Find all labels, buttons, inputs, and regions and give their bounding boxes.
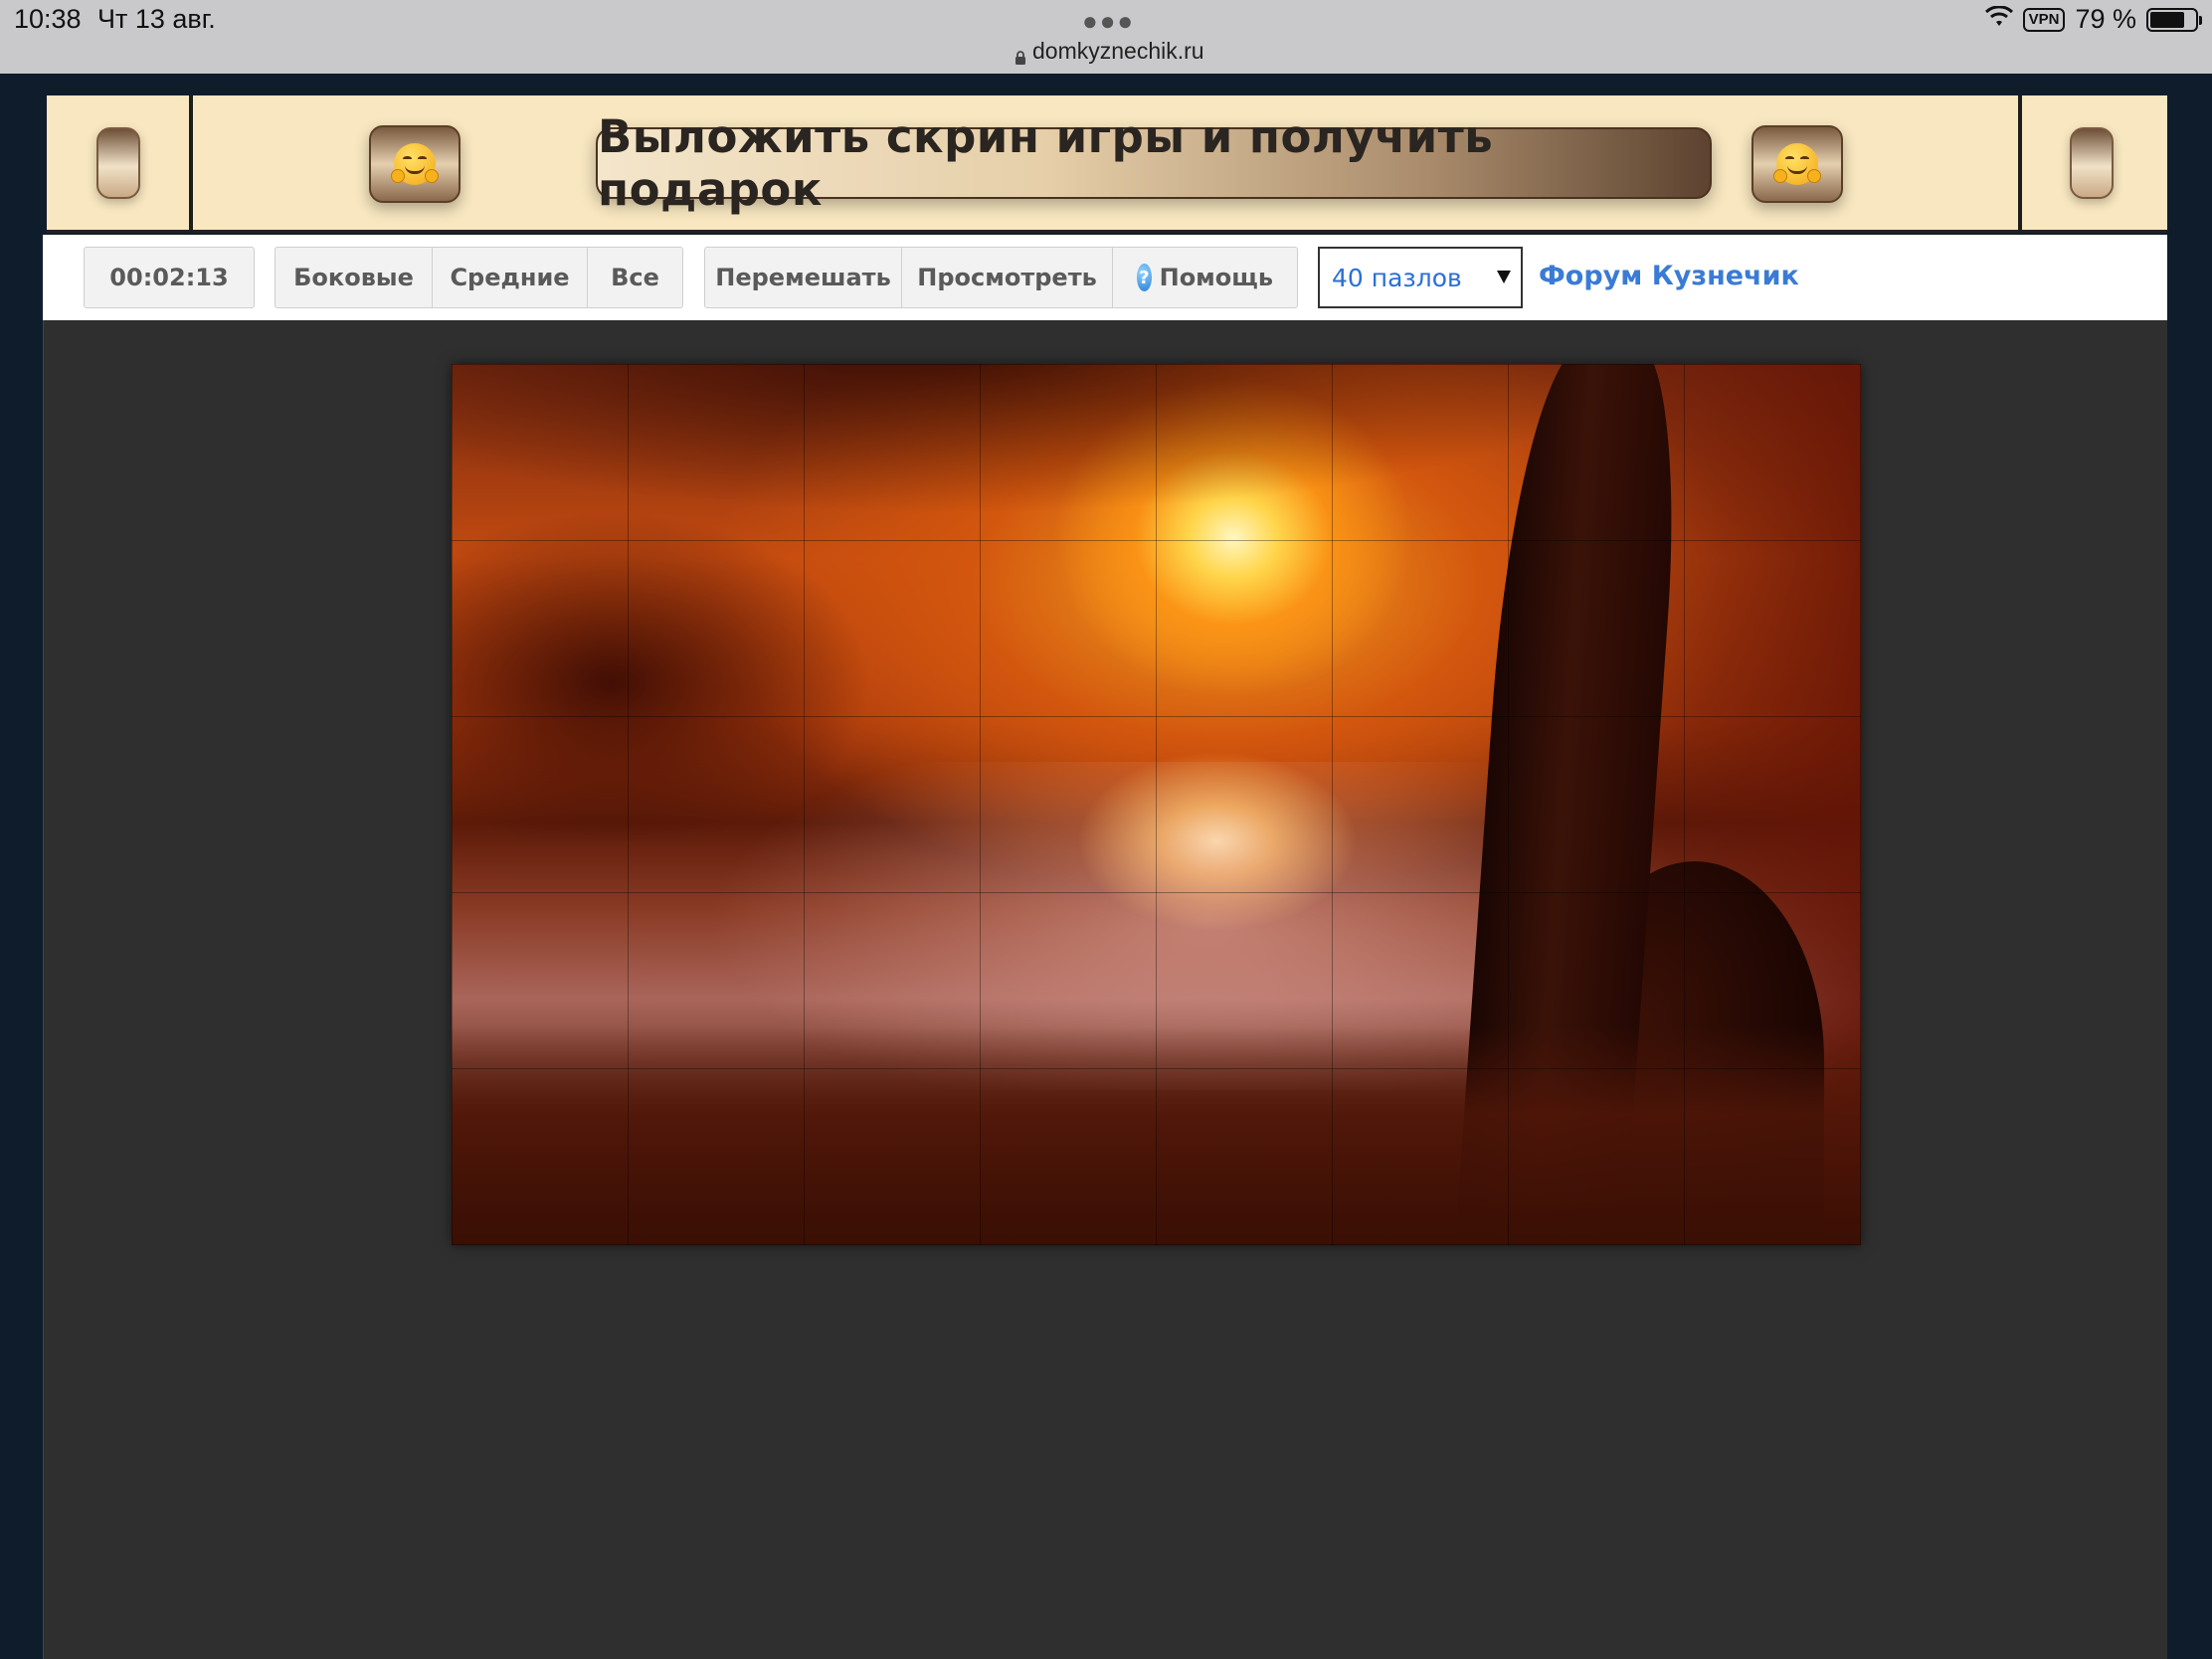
promo-banner: Выложить скрин игры и получить подарок [47,95,2167,233]
puzzle-image-assembled[interactable] [452,364,1861,1245]
wifi-icon [1984,4,2013,35]
dropdown-caret-icon [1497,271,1511,283]
share-screenshot-button[interactable]: Выложить скрин игры и получить подарок [596,110,1712,216]
shuffle-button[interactable]: Перемешать [705,248,902,307]
status-time: 10:38 [14,4,82,34]
battery-percent: 79 % [2075,4,2136,34]
filter-edges-button[interactable]: Боковые [276,248,433,307]
puzzle-piece-grid [452,364,1861,1245]
hugging-face-icon [1773,143,1821,185]
help-label: Помощь [1159,264,1273,291]
forum-link[interactable]: Форум Кузнечик [1539,261,1799,291]
hugging-emoji-button-right[interactable] [1751,125,1843,203]
filter-all-button[interactable]: Все [588,248,682,307]
hugging-face-icon [391,143,439,185]
banner-knob-left [96,127,140,199]
help-button[interactable]: ? Помощь [1113,248,1297,307]
hugging-emoji-button-left[interactable] [369,125,461,203]
banner-divider-left [189,95,193,233]
pieces-count-value: 40 пазлов [1332,263,1462,292]
lock-icon [1014,45,1026,65]
address-bar[interactable]: domkyznechik.ru [1014,38,1213,65]
vpn-badge: VPN [2022,7,2066,32]
help-icon: ? [1137,264,1152,291]
filter-middle-button[interactable]: Средние [433,248,588,307]
ios-status-bar: 10:38 Чт 13 авг. ●●● domkyznechik.ru VPN… [0,0,2212,74]
banner-cta-text: Выложить скрин игры и получить подарок [598,110,1494,216]
pieces-count-select[interactable]: 40 пазлов [1318,247,1523,308]
banner-knob-right [2070,127,2114,199]
puzzle-board [43,320,2167,1659]
status-right: VPN 79 % [1984,4,2202,35]
multitask-dots-icon[interactable]: ●●● [1082,6,1135,37]
timer-box: 00:02:13 [84,247,255,308]
action-group: Перемешать Просмотреть ? Помощь [704,247,1298,308]
banner-divider-right [2018,95,2022,233]
battery-icon [2146,7,2202,32]
filter-group: Боковые Средние Все [275,247,683,308]
puzzle-toolbar: 00:02:13 Боковые Средние Все Перемешать … [43,235,2167,320]
status-date: Чт 13 авг. [97,4,216,34]
url-text: domkyznechik.ru [1032,38,1204,64]
timer-display: 00:02:13 [109,264,229,291]
preview-button[interactable]: Просмотреть [902,248,1113,307]
